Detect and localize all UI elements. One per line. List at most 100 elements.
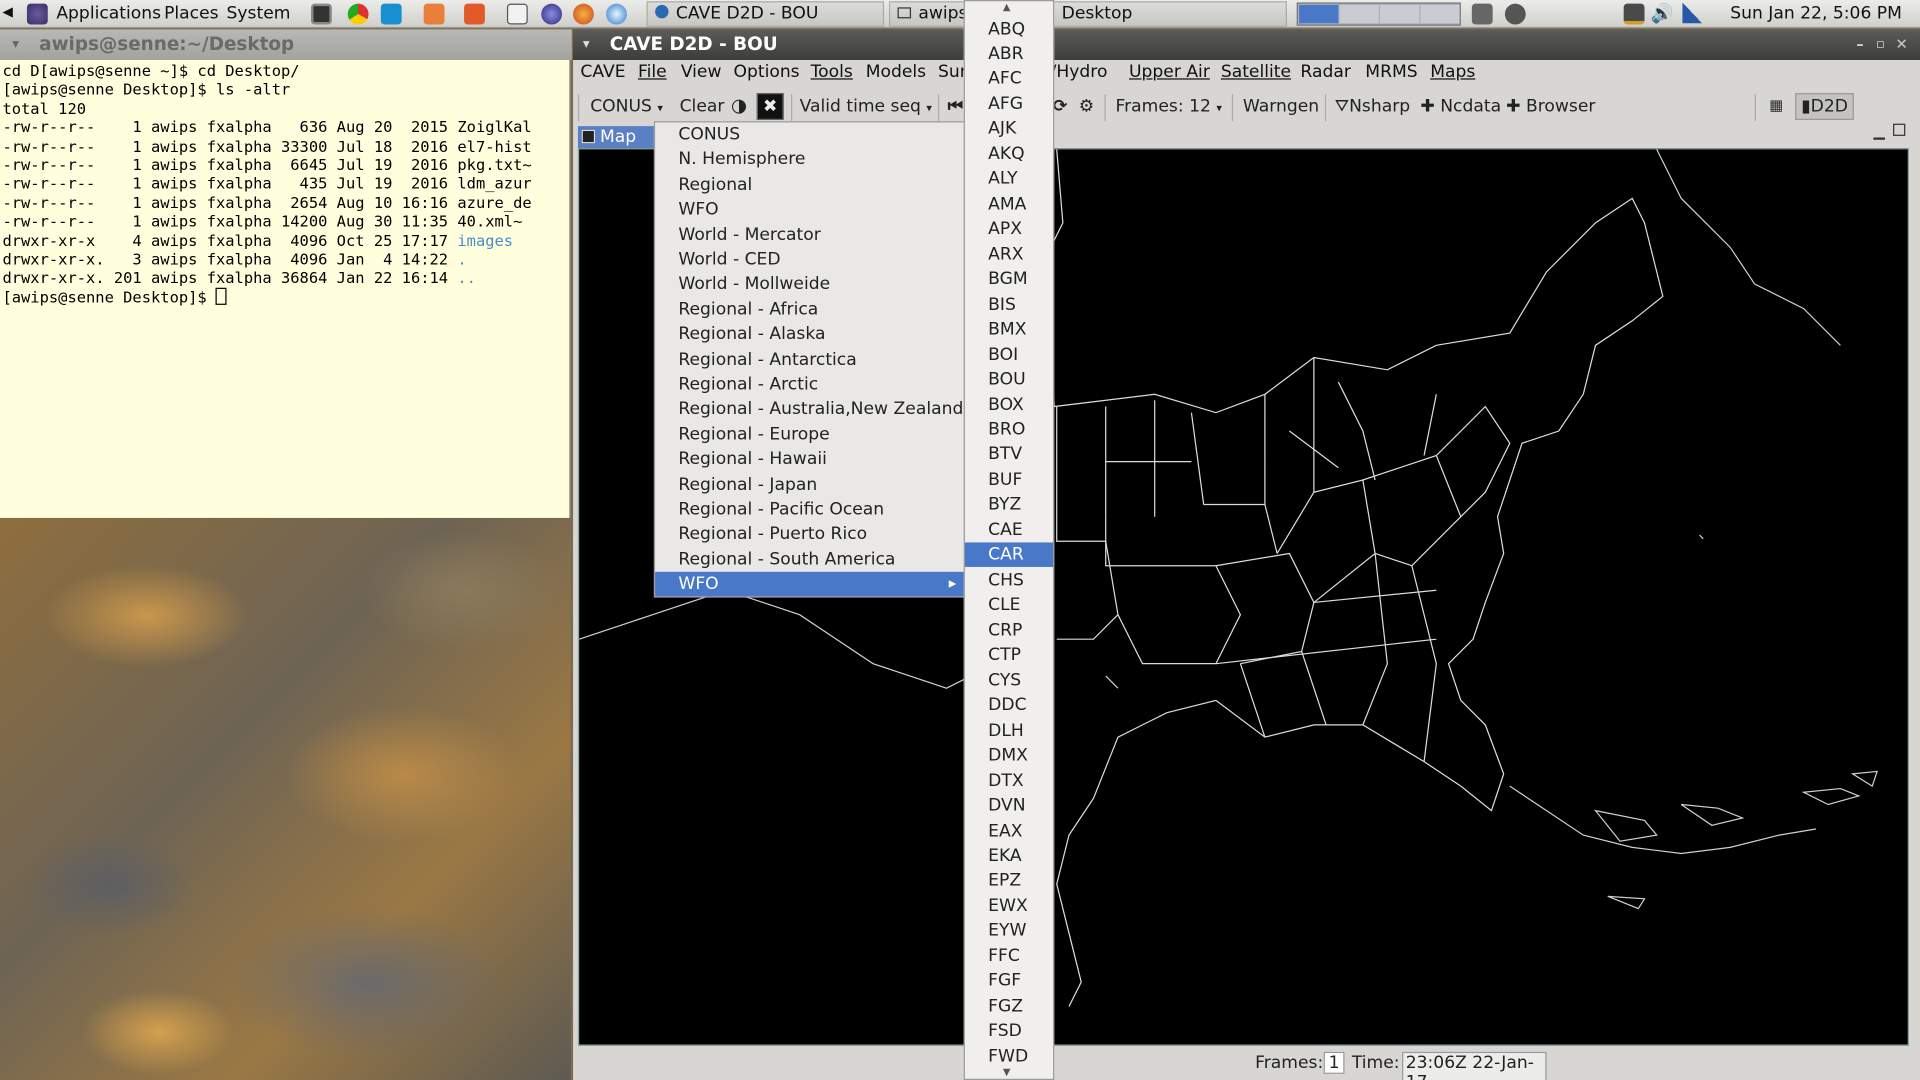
- workspace-2[interactable]: [1339, 4, 1379, 24]
- taskbar-cave[interactable]: CAVE D2D - BOU: [646, 1, 885, 27]
- wfo-menu-item[interactable]: BTV: [965, 443, 1053, 467]
- maximize-icon[interactable]: ▫: [1876, 29, 1885, 58]
- scale-menu-item[interactable]: WFO: [655, 197, 964, 221]
- wfo-menu-item[interactable]: DLH: [965, 718, 1053, 742]
- workspace-1[interactable]: [1299, 4, 1339, 24]
- d2d-perspective-button[interactable]: ▮D2D: [1795, 93, 1855, 121]
- workspace-switcher[interactable]: [1296, 2, 1461, 26]
- wfo-menu-item[interactable]: ALY: [965, 167, 1053, 191]
- scale-menu-item[interactable]: Regional - Arctic: [655, 372, 964, 396]
- scale-menu-item-wfo-submenu[interactable]: WFO ▶: [655, 572, 964, 597]
- close-icon[interactable]: ✕: [1896, 29, 1908, 58]
- menu-models[interactable]: Models: [866, 62, 926, 82]
- display-icon[interactable]: [1623, 3, 1645, 25]
- terminal-titlebar[interactable]: ▾ awips@senne:~/Desktop: [0, 29, 572, 61]
- refresh-icon[interactable]: ⟳: [1053, 97, 1067, 117]
- scale-menu-item[interactable]: Regional - Africa: [655, 297, 964, 321]
- wfo-menu-item[interactable]: DDC: [965, 693, 1053, 717]
- wfo-menu-item[interactable]: EPZ: [965, 869, 1053, 893]
- camera-icon[interactable]: [1471, 3, 1493, 25]
- terminal-launcher-icon[interactable]: [311, 3, 332, 25]
- wfo-menu-item[interactable]: EAX: [965, 819, 1053, 843]
- settings-icon[interactable]: ⚙: [1079, 97, 1094, 117]
- menu-surface[interactable]: Sur: [938, 62, 967, 82]
- system-menu[interactable]: System: [227, 4, 291, 24]
- wfo-menu-item[interactable]: CYS: [965, 668, 1053, 692]
- wfo-menu-item[interactable]: BGM: [965, 267, 1053, 291]
- wfo-menu-item[interactable]: FSD: [965, 1019, 1053, 1043]
- wfo-menu-item[interactable]: AJK: [965, 117, 1053, 141]
- scale-menu-item[interactable]: Regional - Alaska: [655, 322, 964, 346]
- scale-menu-item[interactable]: Regional - Australia,New Zealand: [655, 397, 964, 421]
- terminal-content[interactable]: cd D[awips@senne ~]$ cd Desktop/[awips@s…: [0, 60, 571, 518]
- applications-menu[interactable]: Applications: [56, 4, 161, 24]
- wfo-menu-item[interactable]: CAR: [964, 542, 1054, 568]
- wfo-menu-item[interactable]: CLE: [965, 593, 1053, 617]
- browser-launcher-icon[interactable]: [606, 3, 627, 25]
- menu-cave[interactable]: CAVE: [580, 62, 625, 82]
- intellij-launcher-icon[interactable]: [464, 3, 485, 25]
- wfo-menu-item[interactable]: BMX: [965, 317, 1053, 341]
- warngen-button[interactable]: Warngen: [1243, 97, 1319, 117]
- wfo-menu-item[interactable]: BIS: [965, 292, 1053, 316]
- wfo-menu-item[interactable]: EKA: [965, 844, 1053, 868]
- eclipse-launcher-icon[interactable]: [541, 3, 563, 25]
- wfo-menu-item[interactable]: FGZ: [965, 994, 1053, 1018]
- wfo-menu-item[interactable]: EWX: [965, 894, 1053, 918]
- scale-menu-item[interactable]: Regional - Pacific Ocean: [655, 497, 964, 521]
- clear-button[interactable]: Clear: [680, 97, 725, 117]
- scale-menu-item[interactable]: Regional - South America: [655, 547, 964, 571]
- menu-tools[interactable]: Tools: [811, 62, 853, 82]
- wfo-menu-item[interactable]: AMA: [965, 192, 1053, 216]
- wfo-menu-item[interactable]: AFG: [965, 92, 1053, 116]
- scroll-down-arrow-icon[interactable]: ▼: [1003, 1067, 1011, 1078]
- wfo-menu-item[interactable]: FFC: [965, 944, 1053, 968]
- applet-icon[interactable]: [1504, 3, 1526, 25]
- wfo-menu-item[interactable]: ABR: [965, 42, 1053, 66]
- menu-maps[interactable]: Maps: [1430, 62, 1475, 82]
- scale-menu-item[interactable]: N. Hemisphere: [655, 147, 964, 171]
- minimize-icon[interactable]: –: [1856, 29, 1863, 58]
- ncdata-button[interactable]: ✚ Ncdata: [1420, 97, 1501, 117]
- webstorm-launcher-icon[interactable]: [380, 3, 402, 25]
- menu-upper-air[interactable]: Upper Air: [1129, 62, 1210, 82]
- valid-time-dropdown[interactable]: Valid time seq ▾: [800, 97, 932, 117]
- menu-view[interactable]: View: [681, 62, 722, 82]
- scale-menu-item[interactable]: Regional - Antarctica: [655, 347, 964, 371]
- scroll-up-arrow-icon[interactable]: ▲: [1003, 1, 1011, 12]
- first-frame-icon[interactable]: ⏮: [948, 97, 963, 117]
- menu-satellite[interactable]: Satellite: [1221, 62, 1291, 82]
- wfo-menu-item[interactable]: FGF: [965, 969, 1053, 993]
- browser-button[interactable]: ✚ Browser: [1506, 97, 1595, 117]
- contrast-icon[interactable]: ◑: [731, 94, 747, 116]
- wfo-menu-item[interactable]: APX: [965, 217, 1053, 241]
- wfo-menu-item[interactable]: DVN: [965, 794, 1053, 818]
- wfo-menu-item[interactable]: BRO: [965, 418, 1053, 442]
- scale-menu-item[interactable]: Regional - Japan: [655, 472, 964, 496]
- scale-menu-item[interactable]: World - Mercator: [655, 222, 964, 246]
- wfo-menu-item[interactable]: ABQ: [965, 17, 1053, 41]
- wfo-menu-item[interactable]: BYZ: [965, 493, 1053, 517]
- scale-dropdown[interactable]: CONUS ▾: [590, 97, 663, 117]
- menu-hydro[interactable]: /Hydro: [1051, 62, 1108, 82]
- workspace-4[interactable]: [1420, 4, 1460, 24]
- menu-mrms[interactable]: MRMS: [1365, 62, 1417, 82]
- scale-menu-item[interactable]: Regional - Puerto Rico: [655, 522, 964, 546]
- taskbar-awips[interactable]: awips: [888, 1, 965, 27]
- wfo-menu-item[interactable]: ARX: [965, 242, 1053, 266]
- places-menu[interactable]: Places: [164, 4, 219, 24]
- editor-launcher-icon[interactable]: [423, 3, 445, 25]
- wfo-menu-item[interactable]: FWD: [965, 1044, 1053, 1068]
- window-menu-icon[interactable]: ▾: [12, 29, 19, 58]
- wfo-menu-item[interactable]: CHS: [965, 568, 1053, 592]
- workspace-3[interactable]: [1380, 4, 1420, 24]
- wfo-menu-item[interactable]: BUF: [965, 468, 1053, 492]
- wfo-menu-item[interactable]: BOU: [965, 367, 1053, 391]
- scale-menu-item[interactable]: Regional - Europe: [655, 422, 964, 446]
- firefox-launcher-icon[interactable]: [573, 3, 594, 25]
- clock[interactable]: Sun Jan 22, 5:06 PM: [1730, 4, 1902, 24]
- scale-menu-item[interactable]: CONUS: [655, 122, 964, 146]
- wfo-menu-item[interactable]: CRP: [965, 618, 1053, 642]
- menu-options[interactable]: Options: [733, 62, 799, 82]
- menu-radar[interactable]: Radar: [1300, 62, 1350, 82]
